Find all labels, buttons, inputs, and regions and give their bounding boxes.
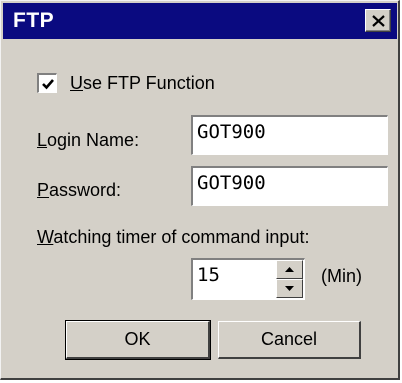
use-ftp-checkbox[interactable]: [37, 73, 57, 93]
login-name-input[interactable]: GOT900: [191, 115, 388, 155]
use-ftp-label[interactable]: Use FTP Function: [70, 73, 215, 94]
timer-spinner[interactable]: [276, 260, 303, 298]
close-button[interactable]: [365, 9, 391, 32]
close-icon: [372, 15, 385, 27]
window-title: FTP: [13, 9, 55, 32]
arrow-down-icon: [285, 286, 294, 291]
arrow-up-icon: [285, 267, 294, 272]
watching-timer-label: Watching timer of command input:: [37, 227, 310, 247]
spin-up-button[interactable]: [276, 260, 303, 279]
password-input[interactable]: GOT900: [191, 166, 388, 206]
cancel-button[interactable]: Cancel: [218, 321, 361, 359]
ok-button[interactable]: OK: [65, 320, 211, 360]
password-label: Password:: [37, 180, 122, 200]
checkmark-icon: [42, 79, 54, 90]
timer-unit-label: (Min): [321, 266, 362, 286]
ftp-dialog: FTP Use FTP Function Login Name: GOT900 …: [0, 0, 400, 380]
title-bar[interactable]: FTP: [3, 3, 397, 39]
spin-down-button[interactable]: [276, 279, 303, 298]
login-name-label: Login Name:: [37, 130, 140, 150]
